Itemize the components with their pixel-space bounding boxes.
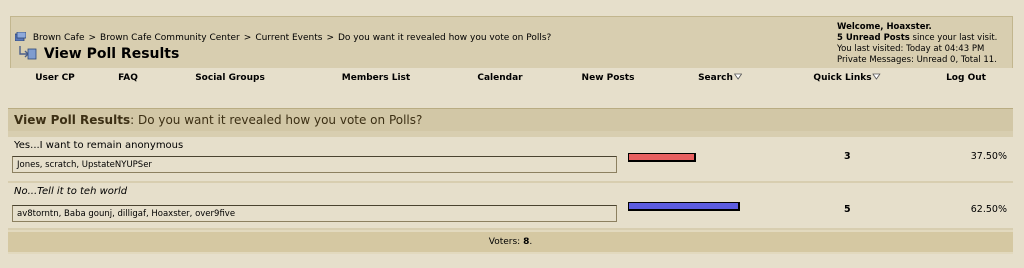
nav-search-label: Search	[698, 73, 733, 83]
poll-heading-label: View Poll Results	[14, 113, 131, 127]
poll-option-row: Yes...I want to remain anonymous Jones, …	[8, 137, 1013, 183]
poll-option-bar	[628, 202, 740, 211]
nav-members-list[interactable]: Members List	[342, 72, 410, 84]
nav-user-cp[interactable]: User CP	[35, 72, 75, 84]
poll-option-count: 5	[844, 204, 851, 215]
nav-faq[interactable]: FAQ	[118, 72, 138, 84]
poll-header: View Poll Results: Do you want it reveal…	[8, 108, 1013, 132]
welcome-greeting: Welcome, Hoaxster.	[837, 22, 932, 32]
poll-option-percent: 62.50%	[970, 204, 1007, 215]
poll-option-percent: 37.50%	[970, 151, 1007, 162]
breadcrumb-link-current-events[interactable]: Current Events	[255, 33, 322, 43]
nav-search[interactable]: Search	[698, 72, 742, 84]
forum-home-icon[interactable]	[15, 32, 33, 43]
welcome-panel: Welcome, Hoaxster. 5 Unread Posts since …	[837, 22, 1013, 66]
nav-quick-links-label: Quick Links	[813, 73, 872, 83]
last-visited: You last visited: Today at 04:43 PM	[837, 44, 985, 54]
navbar-header: Brown Cafe > Brown Cafe Community Center > C…	[10, 16, 1013, 69]
nav-calendar[interactable]: Calendar	[477, 72, 522, 84]
chevron-down-icon	[872, 73, 881, 80]
breadcrumb: Brown Cafe > Brown Cafe Community Center > C…	[15, 31, 551, 45]
breadcrumb-separator: >	[88, 33, 97, 43]
poll-option-voters: av8torntn, Baba gounj, dilligaf, Hoaxste…	[12, 205, 617, 222]
nav-new-posts[interactable]: New Posts	[582, 72, 635, 84]
chevron-down-icon	[733, 73, 742, 80]
breadcrumb-link-brown-cafe[interactable]: Brown Cafe	[33, 33, 85, 43]
nav-quick-links[interactable]: Quick Links	[813, 72, 881, 84]
voters-end: .	[529, 237, 533, 247]
return-arrow-icon	[17, 46, 44, 62]
breadcrumb-separator: >	[243, 33, 252, 43]
page-title: View Poll Results	[43, 46, 180, 62]
poll-option-label: No...Tell it to teh world	[14, 186, 128, 197]
poll-results-table: View Poll Results: Do you want it reveal…	[8, 108, 1013, 254]
nav-social-groups[interactable]: Social Groups	[195, 72, 265, 84]
poll-option-voters: Jones, scratch, UpstateNYUPSer	[12, 156, 617, 173]
breadcrumb-separator: >	[326, 33, 334, 43]
poll-question: : Do you want it revealed how you vote o…	[130, 113, 423, 127]
unread-posts-link[interactable]: 5 Unread Posts	[837, 33, 910, 43]
poll-option-count: 3	[844, 151, 851, 162]
voters-label: Voters:	[488, 237, 524, 247]
poll-option-label: Yes...I want to remain anonymous	[14, 140, 184, 151]
poll-option-row: No...Tell it to teh world av8torntn, Bab…	[8, 183, 1013, 230]
nav-bar: User CP FAQ Social Groups Members List C…	[10, 68, 1013, 90]
breadcrumb-link-thread[interactable]: Do you want it revealed how you vote on …	[338, 33, 551, 43]
unread-suffix: since your last visit.	[909, 33, 998, 43]
page-title-row: View Poll Results	[17, 44, 179, 64]
poll-footer: Voters: 8.	[8, 232, 1013, 252]
private-messages-link[interactable]: Private Messages: Unread 0, Total 11.	[837, 55, 1013, 66]
poll-option-bar	[628, 153, 696, 162]
nav-log-out[interactable]: Log Out	[946, 72, 986, 84]
breadcrumb-link-community-center[interactable]: Brown Cafe Community Center	[100, 33, 240, 43]
